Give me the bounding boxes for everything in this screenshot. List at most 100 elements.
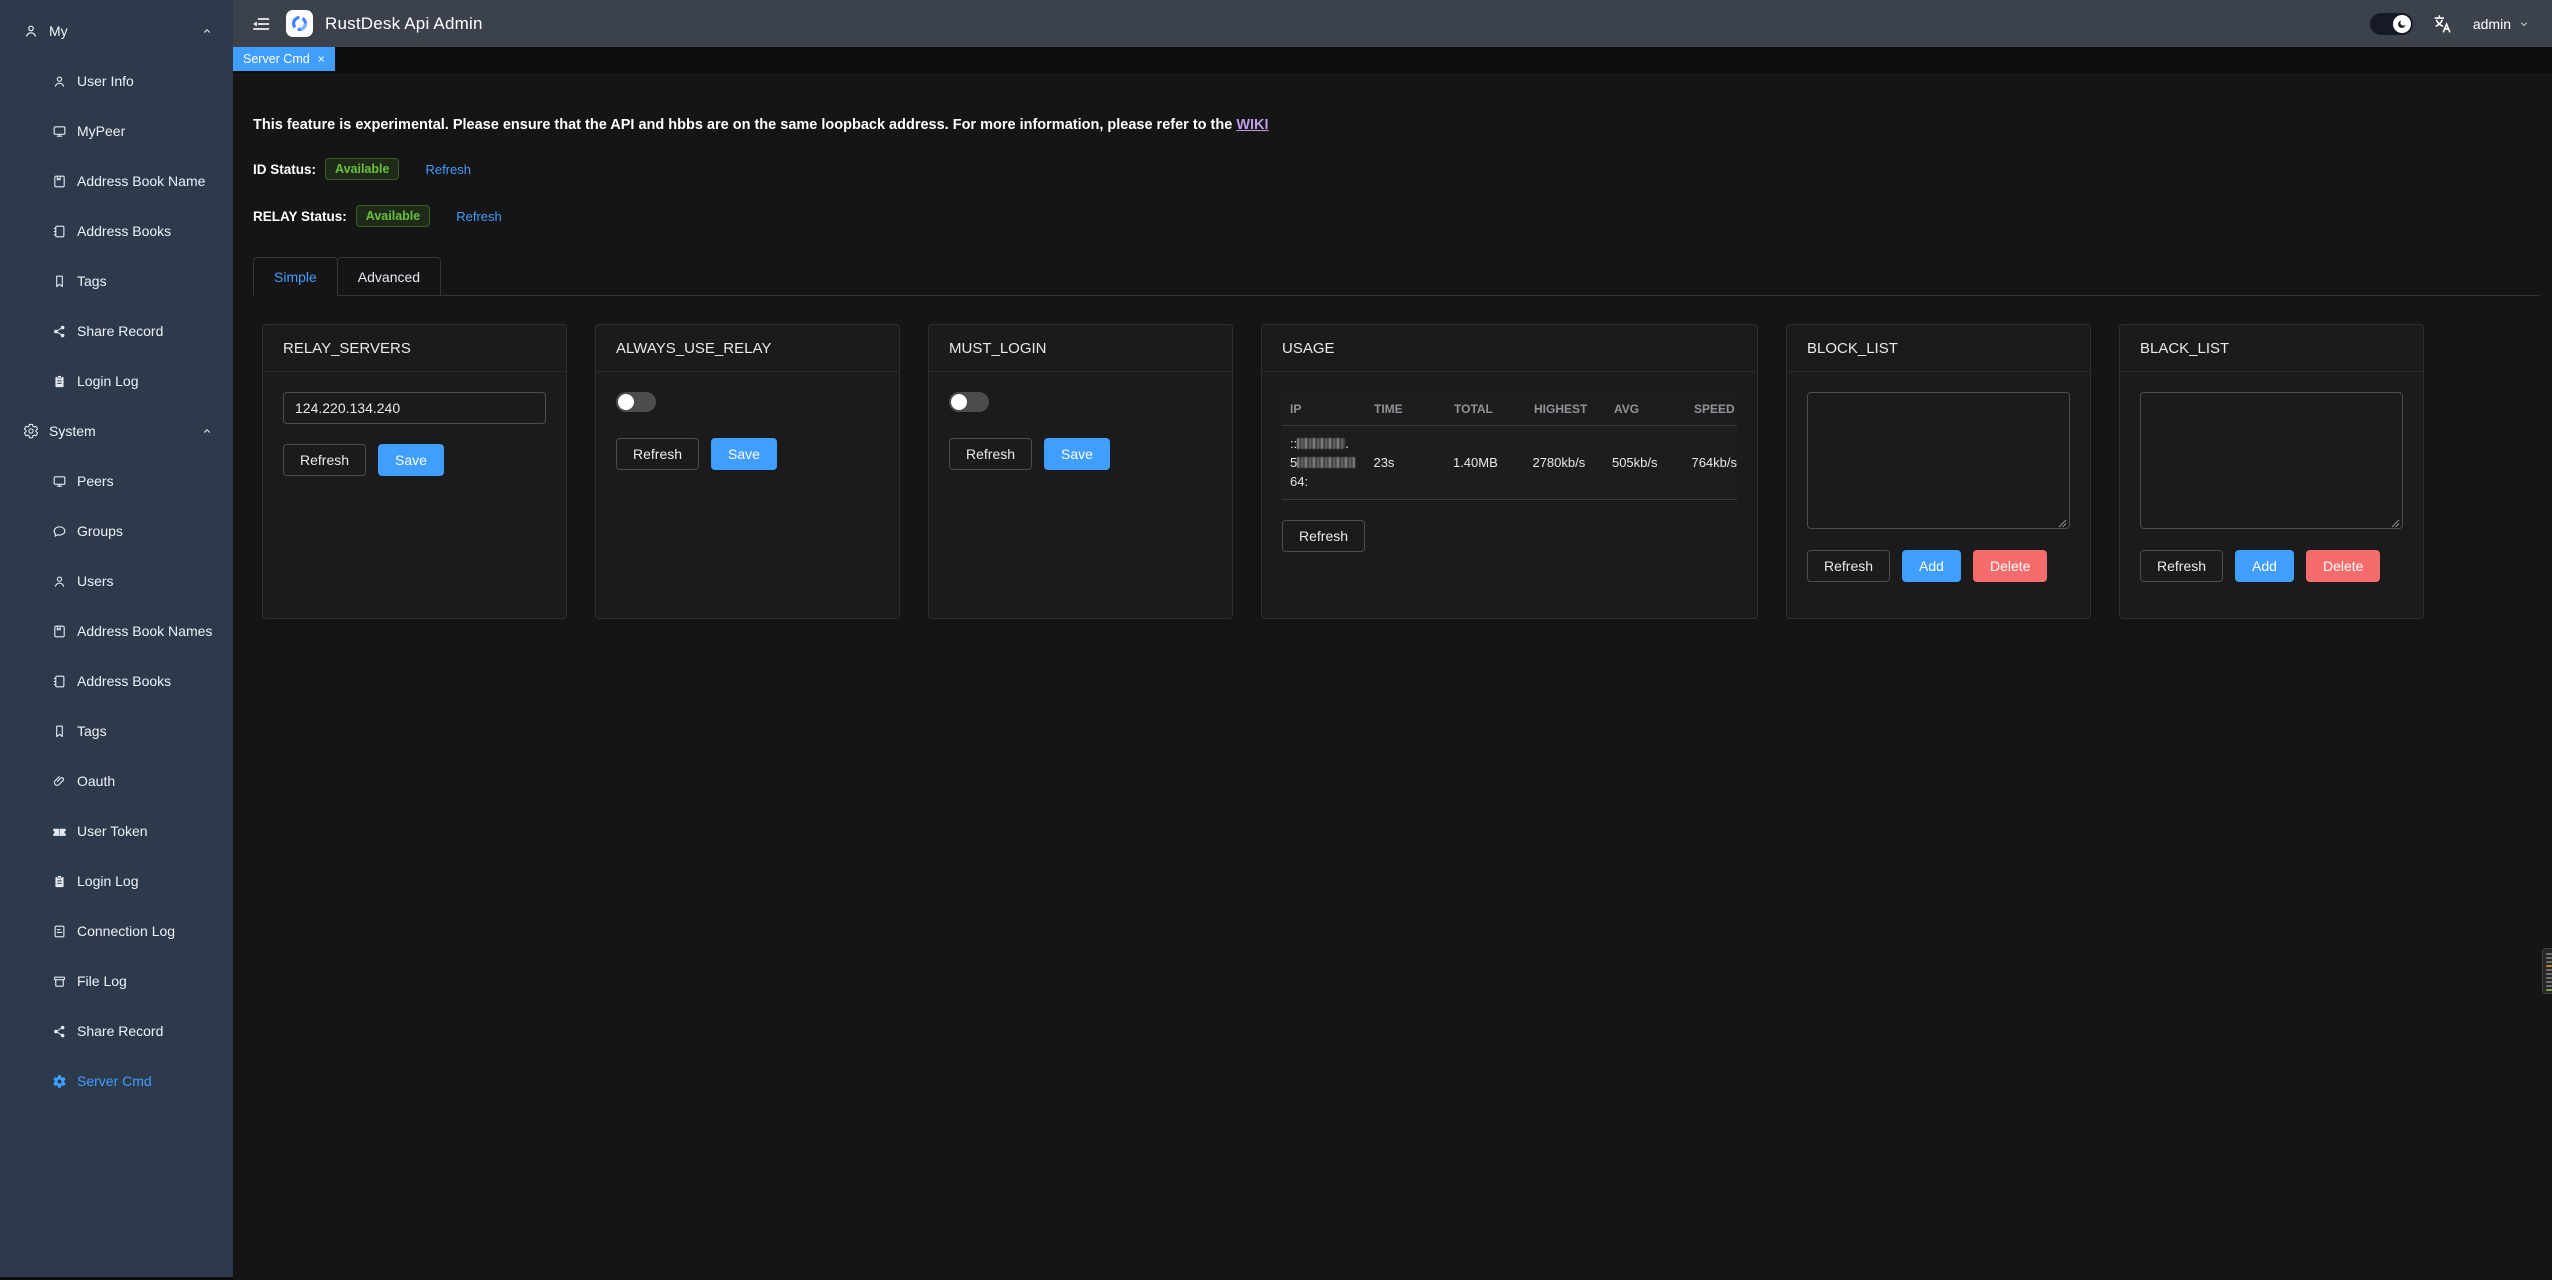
black-list-textarea[interactable] [2140, 392, 2403, 529]
usage-table-header: IP TIME TOTAL HIGHEST AVG SPEED [1282, 392, 1737, 426]
bookmark-icon [52, 724, 67, 739]
black-list-add-button[interactable]: Add [2235, 550, 2294, 582]
sidebar-item-address-book-name[interactable]: Address Book Name [0, 156, 233, 206]
route-tab-server-cmd[interactable]: Server Cmd × [233, 47, 335, 71]
redacted-ip-segment [1297, 438, 1345, 449]
card-must-login: MUST_LOGIN Refresh Save [928, 324, 1233, 619]
sidebar-section-my[interactable]: My [0, 0, 233, 56]
sidebar-section-label: System [49, 423, 96, 439]
clipboard-icon [52, 374, 67, 389]
user-menu[interactable]: admin [2473, 16, 2530, 32]
black-list-delete-button[interactable]: Delete [2306, 550, 2380, 582]
notebook-icon [52, 674, 67, 689]
rustdesk-logo-icon [286, 10, 313, 37]
cards-row: RELAY_SERVERS Refresh Save ALWAYS_USE_RE… [253, 324, 2540, 619]
clipboard-icon [52, 874, 67, 889]
block-list-delete-button[interactable]: Delete [1973, 550, 2047, 582]
chevron-down-icon [2518, 18, 2530, 30]
card-title: BLOCK_LIST [1787, 325, 2090, 372]
id-status-row: ID Status: Available Refresh [253, 158, 2540, 180]
sidebar-item-tags[interactable]: Tags [0, 256, 233, 306]
always-use-relay-refresh-button[interactable]: Refresh [616, 438, 699, 470]
relay-status-refresh-link[interactable]: Refresh [456, 209, 502, 224]
id-status-label: ID Status: [253, 162, 316, 177]
sidebar-item-connection-log[interactable]: Connection Log [0, 906, 233, 956]
block-list-textarea[interactable] [1807, 392, 2070, 529]
main-content: This feature is experimental. Please ens… [233, 73, 2552, 1280]
close-icon[interactable]: × [318, 53, 325, 65]
usage-ip-cell: ::. 5 64: [1282, 434, 1365, 491]
topbar: RustDesk Api Admin admin [233, 0, 2552, 47]
block-list-add-button[interactable]: Add [1902, 550, 1961, 582]
col-ip: IP [1282, 402, 1366, 416]
menu-fold-icon[interactable] [251, 14, 271, 34]
col-avg: AVG [1606, 402, 1686, 416]
relay-servers-input[interactable] [283, 392, 546, 424]
usage-refresh-button[interactable]: Refresh [1282, 520, 1365, 552]
sidebar-item-address-books[interactable]: Address Books [0, 206, 233, 256]
card-always-use-relay: ALWAYS_USE_RELAY Refresh Save [595, 324, 900, 619]
translate-icon[interactable] [2432, 13, 2454, 35]
sidebar-section-system[interactable]: System [0, 406, 233, 456]
card-block-list: BLOCK_LIST Refresh Add Delete [1786, 324, 2091, 619]
sidebar-item-share-record[interactable]: Share Record [0, 306, 233, 356]
tab-advanced[interactable]: Advanced [337, 257, 441, 296]
mode-tabs: Simple Advanced [253, 257, 2540, 296]
sidebar-item-share-record-system[interactable]: Share Record [0, 1006, 233, 1056]
sidebar-item-user-info[interactable]: User Info [0, 56, 233, 106]
block-list-refresh-button[interactable]: Refresh [1807, 550, 1890, 582]
must-login-refresh-button[interactable]: Refresh [949, 438, 1032, 470]
book-icon [52, 174, 67, 189]
sidebar-item-peers[interactable]: Peers [0, 456, 233, 506]
sidebar-item-groups[interactable]: Groups [0, 506, 233, 556]
sidebar-item-users[interactable]: Users [0, 556, 233, 606]
wiki-link[interactable]: WIKI [1236, 117, 1268, 133]
id-status-badge: Available [325, 158, 399, 180]
col-highest: HIGHEST [1526, 402, 1606, 416]
sidebar: My User Info MyPeer Address Book Name Ad… [0, 0, 233, 1277]
tab-simple[interactable]: Simple [253, 257, 338, 296]
col-time: TIME [1366, 402, 1446, 416]
usage-time-cell: 23s [1365, 455, 1445, 470]
sidebar-item-oauth[interactable]: Oauth [0, 756, 233, 806]
must-login-save-button[interactable]: Save [1044, 438, 1110, 470]
experimental-notice: This feature is experimental. Please ens… [253, 117, 2540, 133]
sidebar-item-user-token[interactable]: User Token [0, 806, 233, 856]
relay-servers-save-button[interactable]: Save [378, 444, 444, 476]
user-icon [52, 574, 67, 589]
always-use-relay-save-button[interactable]: Save [711, 438, 777, 470]
always-use-relay-toggle[interactable] [616, 392, 656, 412]
notebook-icon [52, 224, 67, 239]
relay-servers-refresh-button[interactable]: Refresh [283, 444, 366, 476]
toggle-knob [951, 394, 967, 410]
sidebar-item-login-log-my[interactable]: Login Log [0, 356, 233, 406]
must-login-toggle[interactable] [949, 392, 989, 412]
route-tab-strip: Server Cmd × [233, 47, 2552, 73]
sidebar-item-address-book-names[interactable]: Address Book Names [0, 606, 233, 656]
usage-table-row: ::. 5 64: 23s 1.40MB 2780kb/s 505kb/s 76… [1282, 426, 1737, 500]
sidebar-item-address-books-system[interactable]: Address Books [0, 656, 233, 706]
sidebar-section-label: My [49, 23, 68, 39]
moon-icon [2393, 15, 2411, 33]
usage-total-cell: 1.40MB [1445, 455, 1525, 470]
card-title: ALWAYS_USE_RELAY [596, 325, 899, 372]
sidebar-item-mypeer[interactable]: MyPeer [0, 106, 233, 156]
relay-status-row: RELAY Status: Available Refresh [253, 205, 2540, 227]
dark-mode-toggle[interactable] [2370, 13, 2413, 35]
relay-status-badge: Available [356, 205, 430, 227]
card-black-list: BLACK_LIST Refresh Add Delete [2119, 324, 2424, 619]
card-relay-servers: RELAY_SERVERS Refresh Save [262, 324, 567, 619]
gear-icon [52, 1074, 67, 1089]
bookmark-icon [52, 274, 67, 289]
sidebar-item-file-log[interactable]: File Log [0, 956, 233, 1006]
sidebar-item-tags-system[interactable]: Tags [0, 706, 233, 756]
id-status-refresh-link[interactable]: Refresh [425, 162, 471, 177]
chevron-up-icon [201, 425, 213, 437]
user-icon [23, 23, 39, 39]
route-tab-label: Server Cmd [243, 52, 310, 66]
black-list-refresh-button[interactable]: Refresh [2140, 550, 2223, 582]
sidebar-item-login-log-system[interactable]: Login Log [0, 856, 233, 906]
clipped-floating-widget[interactable] [2542, 948, 2552, 994]
card-usage: USAGE IP TIME TOTAL HIGHEST AVG SPEED ::… [1261, 324, 1758, 619]
sidebar-item-server-cmd[interactable]: Server Cmd [0, 1056, 233, 1106]
